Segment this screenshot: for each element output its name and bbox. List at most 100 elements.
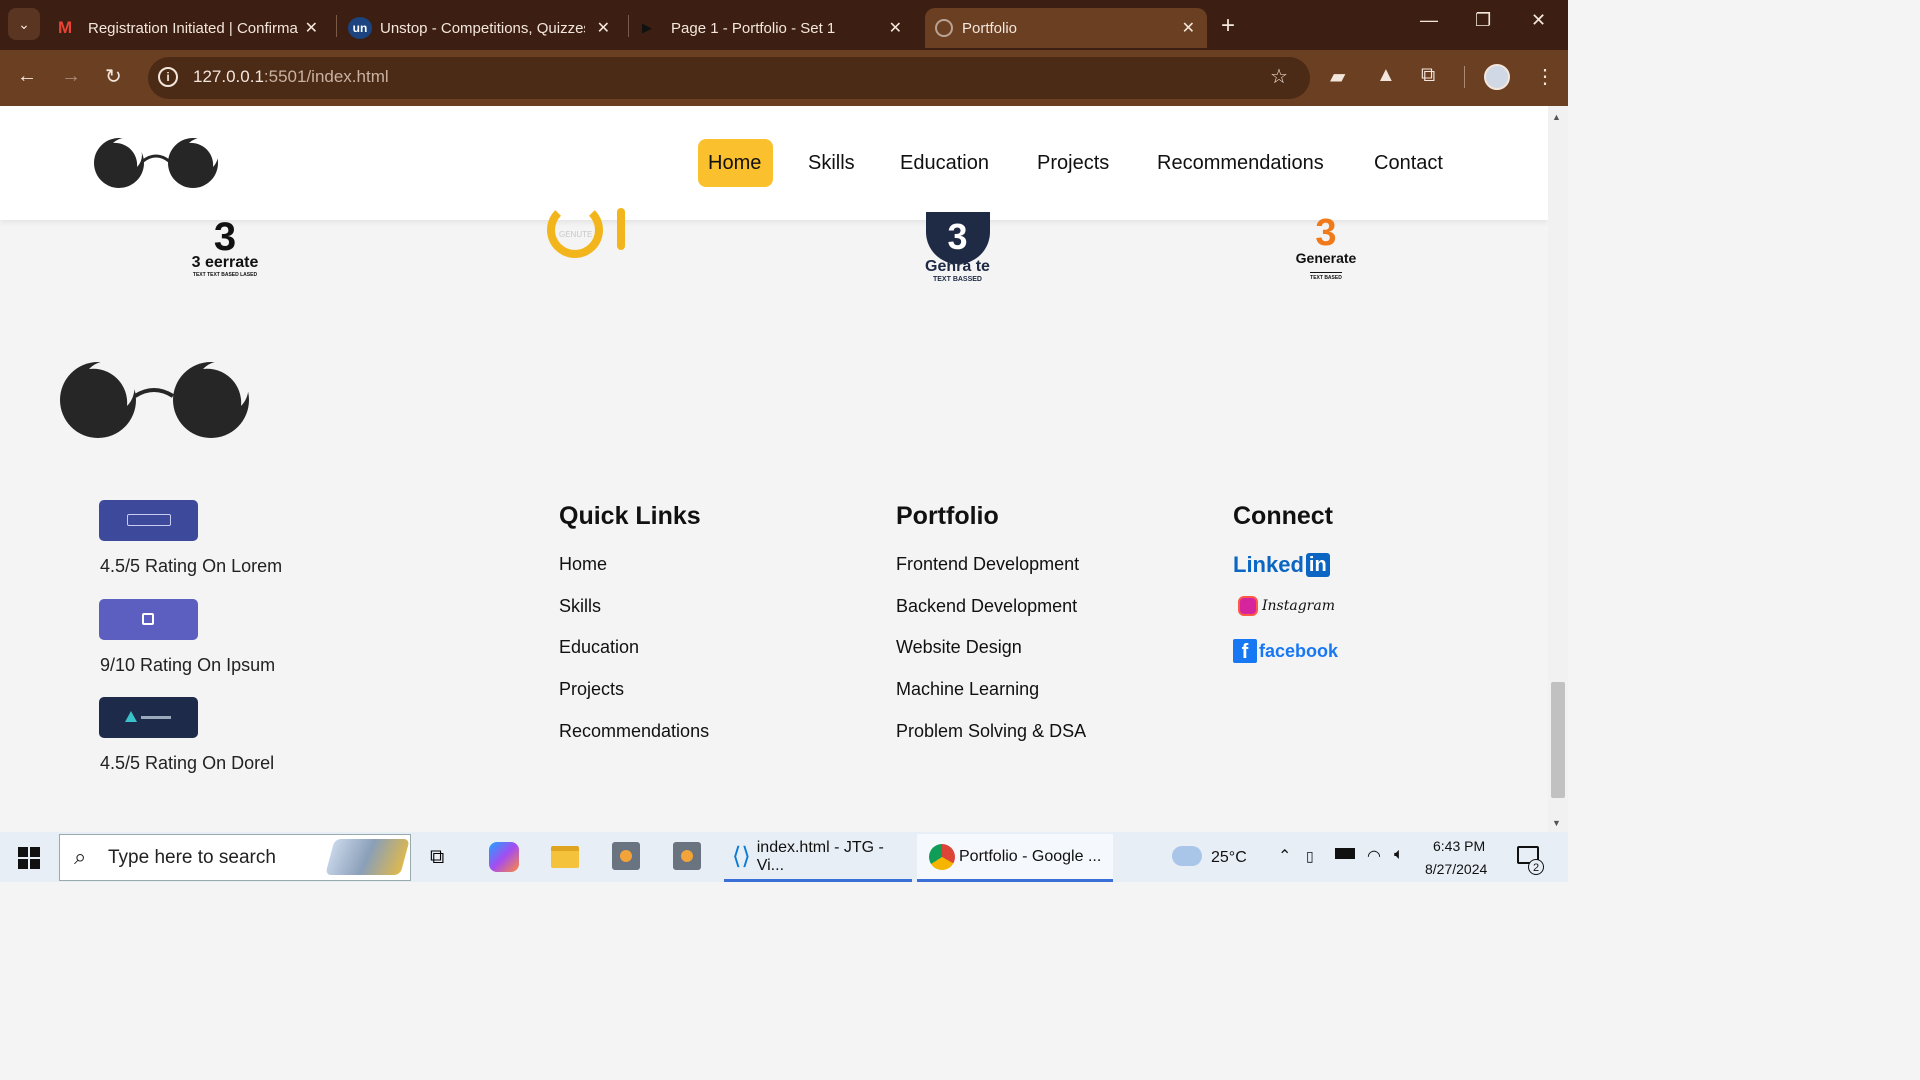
connect-title: Connect xyxy=(1233,502,1333,530)
nav-skills[interactable]: Skills xyxy=(798,139,865,187)
rating-text: 9/10 Rating On Ipsum xyxy=(100,655,276,675)
close-icon[interactable]: ✕ xyxy=(1182,18,1195,38)
taskbar-app-title: Portfolio - Google ... xyxy=(959,847,1102,865)
badge-icon xyxy=(127,514,171,526)
nav-education[interactable]: Education xyxy=(890,139,999,187)
close-icon[interactable]: ✕ xyxy=(597,18,610,38)
portfolio-link[interactable]: Problem Solving & DSA xyxy=(896,721,1086,742)
bookmark-star-icon[interactable]: ☆ xyxy=(1270,64,1288,89)
unstop-icon: un xyxy=(348,17,372,39)
portfolio-link[interactable]: Backend Development xyxy=(896,596,1077,617)
tab-divider xyxy=(628,15,629,37)
weather-icon[interactable] xyxy=(1172,846,1202,866)
chrome-icon xyxy=(929,843,955,870)
clock-date[interactable]: 8/27/2024 xyxy=(1425,861,1487,877)
instagram-icon xyxy=(1238,596,1258,616)
profile-avatar[interactable] xyxy=(1484,64,1510,90)
rating-badge-dorel xyxy=(99,697,198,738)
rating-badge-ipsum xyxy=(99,599,198,640)
volume-icon[interactable]: 🔈︎ xyxy=(1394,846,1404,864)
show-hidden-icons[interactable]: ⌃ xyxy=(1278,846,1291,866)
new-tab-button[interactable]: + xyxy=(1221,12,1235,40)
glasses-logo[interactable] xyxy=(93,137,221,190)
tab-title: Unstop - Competitions, Quizzes xyxy=(380,19,585,37)
badge-icon xyxy=(142,613,154,625)
wifi-icon[interactable]: ◠ xyxy=(1367,846,1381,866)
app-icon[interactable] xyxy=(612,842,640,870)
footer-glasses-logo[interactable] xyxy=(59,360,251,439)
footer-link-projects[interactable]: Projects xyxy=(559,679,624,700)
scroll-down-arrow[interactable]: ▼ xyxy=(1552,818,1561,828)
battery-icon[interactable] xyxy=(1335,848,1355,859)
play-icon: ▶ xyxy=(642,20,652,35)
quick-links-title: Quick Links xyxy=(559,502,701,530)
nav-contact[interactable]: Contact xyxy=(1364,139,1453,187)
rating-text: 4.5/5 Rating On Dorel xyxy=(100,753,275,773)
back-icon[interactable]: ← xyxy=(17,65,37,88)
brand-logo-4: 3 Generate TEXT BASED xyxy=(1286,212,1366,284)
portfolio-link[interactable]: Frontend Development xyxy=(896,554,1079,575)
url-text[interactable]: 127.0.0.1:5501/index.html xyxy=(193,67,389,87)
menu-icon[interactable]: ⋮ xyxy=(1535,64,1555,89)
drive-icon[interactable]: ▲ xyxy=(1376,64,1396,87)
taskbar-vscode[interactable]: ⟨⟩ index.html - JTG - Vi... xyxy=(724,834,912,882)
brand-tag: TEXT BASSED xyxy=(932,276,982,283)
reload-icon[interactable]: ↻ xyxy=(105,64,122,89)
tab-search-button[interactable]: ⌄ xyxy=(8,8,40,40)
brand-mark: 3 xyxy=(213,215,237,259)
footer-link-education[interactable]: Education xyxy=(559,637,639,658)
facebook-link[interactable]: f facebook xyxy=(1233,639,1338,663)
page-viewport: Home Skills Education Projects Recommend… xyxy=(0,106,1548,832)
nav-home[interactable]: Home xyxy=(698,139,773,187)
close-window-button[interactable]: ✕ xyxy=(1531,10,1546,31)
brand-mark: 3 xyxy=(1315,212,1337,254)
scroll-up-arrow[interactable]: ▲ xyxy=(1552,112,1561,122)
nav-recommendations[interactable]: Recommendations xyxy=(1147,139,1334,187)
scrollbar-thumb[interactable] xyxy=(1551,682,1565,798)
windows-start-icon[interactable] xyxy=(18,847,40,869)
portfolio-link[interactable]: Machine Learning xyxy=(896,679,1039,700)
forward-icon[interactable]: → xyxy=(61,65,81,88)
linkedin-link[interactable]: Linked in xyxy=(1233,552,1330,578)
tab-gmail[interactable]: M Registration Initiated | Confirma ✕ xyxy=(50,8,330,48)
footer-link-skills[interactable]: Skills xyxy=(559,596,601,617)
search-icon: ⌕ xyxy=(74,844,87,869)
brand-mark: 3 xyxy=(925,212,990,264)
restore-button[interactable]: ❐ xyxy=(1475,10,1491,31)
footer-link-home[interactable]: Home xyxy=(559,554,607,575)
clock-time[interactable]: 6:43 PM xyxy=(1433,838,1485,854)
facebook-icon: f xyxy=(1233,639,1257,663)
app-icon[interactable] xyxy=(673,842,701,870)
nav-projects[interactable]: Projects xyxy=(1027,139,1119,187)
badge-label-bar xyxy=(141,716,171,719)
extension-icon[interactable]: ▰ xyxy=(1330,64,1345,89)
tab-portfolio[interactable]: Portfolio ✕ xyxy=(925,8,1207,48)
close-icon[interactable]: ✕ xyxy=(305,18,318,38)
vscode-icon: ⟨⟩ xyxy=(732,843,751,870)
url-path: :5501/index.html xyxy=(263,67,389,86)
site-info-icon[interactable]: i xyxy=(158,67,178,87)
tab-title: Portfolio xyxy=(962,19,1018,37)
brand-tag: TEXT TEXT BASED LASED xyxy=(192,272,258,278)
rating-text: 4.5/5 Rating On Lorem xyxy=(100,556,283,576)
brand-logo-2: GENUTE xyxy=(545,202,645,270)
copilot-icon[interactable] xyxy=(489,842,519,872)
file-explorer-icon[interactable] xyxy=(551,846,579,868)
globe-icon xyxy=(935,19,953,37)
taskbar-search[interactable]: ⌕ Type here to search xyxy=(59,834,411,881)
task-view-icon[interactable]: ⧉ xyxy=(430,846,444,869)
weather-temp[interactable]: 25°C xyxy=(1211,849,1247,867)
taskbar-chrome[interactable]: Portfolio - Google ... xyxy=(917,834,1113,882)
instagram-link[interactable]: Instagram xyxy=(1238,596,1335,616)
close-icon[interactable]: ✕ xyxy=(889,18,902,38)
search-highlight-icon xyxy=(325,839,410,875)
footer-link-recommendations[interactable]: Recommendations xyxy=(559,721,709,742)
minimize-button[interactable]: — xyxy=(1420,10,1438,31)
portfolio-link[interactable]: Website Design xyxy=(896,637,1022,658)
brand-logo-1: 3 3 eerrate TEXT TEXT BASED LASED xyxy=(180,215,270,278)
tab-unstop[interactable]: un Unstop - Competitions, Quizzes ✕ xyxy=(342,8,622,48)
url-host: 127.0.0.1 xyxy=(193,67,264,86)
puzzle-icon[interactable]: ⧉ xyxy=(1421,64,1435,87)
tab-page1[interactable]: ▶ Page 1 - Portfolio - Set 1 ✕ xyxy=(634,8,914,48)
meet-icon[interactable]: ▯ xyxy=(1306,848,1314,865)
